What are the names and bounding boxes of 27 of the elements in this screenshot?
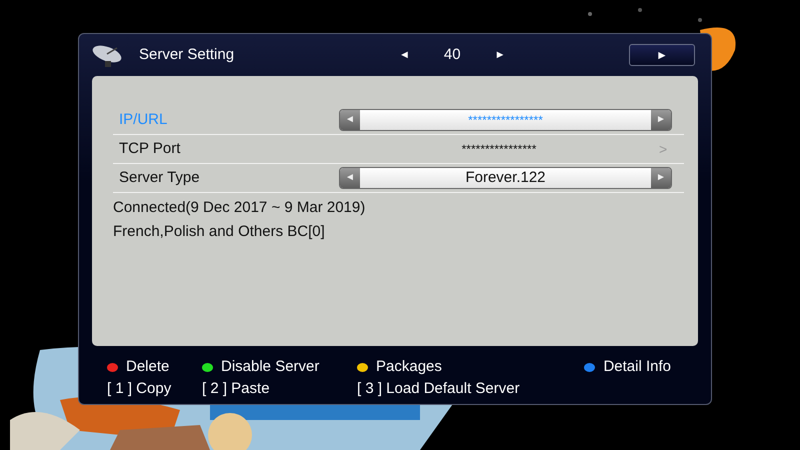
field-label: TCP Port xyxy=(119,138,182,159)
left-arrow-button[interactable]: ◄ xyxy=(340,168,360,188)
chevron[interactable]: > xyxy=(659,138,672,160)
spinner-field[interactable]: ◄ Forever.122 ► xyxy=(339,167,672,189)
field-value: **************** xyxy=(460,141,538,158)
window-title: Server Setting xyxy=(139,44,236,65)
right-arrow-button[interactable]: ► xyxy=(651,110,671,130)
key-label: Disable Server xyxy=(221,356,320,377)
status-text: French,Polish and Others BC[0] xyxy=(113,223,326,241)
field-label: IP/URL xyxy=(119,110,168,130)
key-label: Delete xyxy=(126,356,170,377)
page-number: 40 xyxy=(444,44,461,65)
status-text: Connected(9 Dec 2017 ~ 9 Mar 2019) xyxy=(113,199,366,217)
next-arrow[interactable]: ► xyxy=(494,46,506,64)
field-label: Server Type xyxy=(119,168,201,188)
right-arrow-button[interactable]: ► xyxy=(651,168,671,188)
key-hint: [ 2 ] Paste xyxy=(202,378,271,399)
key-hint: [ 3 ] Load Default Server xyxy=(357,378,520,399)
key-label: Packages xyxy=(376,356,442,377)
field-value: Forever.122 xyxy=(464,168,547,188)
key-hint: [ 1 ] Copy xyxy=(107,378,172,399)
play-button[interactable]: ► xyxy=(629,44,695,66)
previous-arrow[interactable]: ◄ xyxy=(399,46,410,64)
key-label: Detail Info xyxy=(603,356,671,377)
field-value: **************** xyxy=(467,112,544,129)
spinner-field[interactable]: ◄ **************** ► xyxy=(339,109,672,131)
left-arrow-button[interactable]: ◄ xyxy=(340,110,360,130)
